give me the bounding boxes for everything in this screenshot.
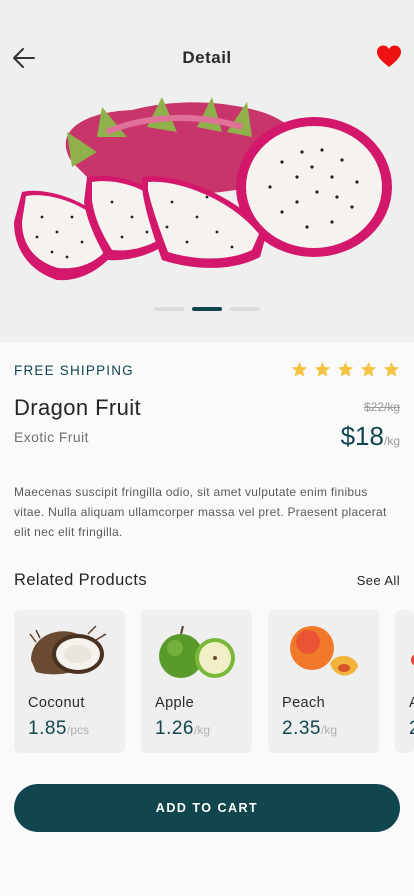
- card-price-amount: 2.35: [282, 718, 321, 739]
- old-price: $22/kg: [363, 400, 400, 414]
- card-price: 2: [409, 718, 414, 740]
- carousel-dot[interactable]: [154, 307, 184, 311]
- product-card-apple[interactable]: Apple 1.26/kg: [141, 610, 252, 753]
- star-icon: [291, 361, 308, 377]
- product-category: Exotic Fruit: [14, 429, 89, 445]
- price-amount: $18: [340, 421, 384, 451]
- star-icon: [360, 361, 377, 377]
- card-price-unit: /kg: [320, 723, 337, 737]
- apple-image: [159, 625, 235, 678]
- carousel-dot[interactable]: [230, 307, 260, 311]
- page-title: Detail: [182, 48, 232, 67]
- card-name: Coconut: [28, 695, 85, 711]
- product-card-coconut[interactable]: Coconut 1.85/pcs: [14, 610, 125, 753]
- carousel-indicator: [0, 307, 414, 311]
- card-price: 1.85/pcs: [28, 718, 89, 740]
- dragon-fruit-image: [14, 97, 392, 281]
- card-price-amount: 2: [409, 718, 414, 739]
- hero-section: Detail: [0, 0, 414, 342]
- card-price-amount: 1.85: [28, 718, 67, 739]
- fruit-image: [411, 654, 414, 666]
- peach-image: [290, 626, 358, 676]
- product-card-partial[interactable]: A 2: [395, 610, 414, 753]
- star-icon: [383, 361, 400, 377]
- carousel-dot-active[interactable]: [192, 307, 222, 311]
- see-all-link[interactable]: See All: [357, 573, 400, 588]
- card-price-unit: /pcs: [66, 723, 89, 737]
- heart-icon[interactable]: [376, 44, 402, 70]
- top-bar: Detail: [0, 40, 414, 76]
- rating-stars: [291, 361, 400, 378]
- price-unit: /kg: [383, 434, 400, 448]
- product-price: $18/kg: [341, 421, 400, 452]
- card-price-unit: /kg: [193, 723, 210, 737]
- add-to-cart-button[interactable]: ADD TO CART: [14, 784, 400, 832]
- product-card-peach[interactable]: Peach 2.35/kg: [268, 610, 379, 753]
- star-icon: [314, 361, 331, 377]
- product-description: Maecenas suscipit fringilla odio, sit am…: [14, 485, 387, 539]
- card-price: 1.26/kg: [155, 718, 210, 740]
- card-price-amount: 1.26: [155, 718, 194, 739]
- product-name: Dragon Fruit: [14, 395, 142, 420]
- coconut-image: [29, 625, 107, 675]
- card-name: Peach: [282, 695, 326, 711]
- card-price: 2.35/kg: [282, 718, 337, 740]
- card-name: Apple: [155, 695, 195, 711]
- card-name: A: [409, 695, 414, 711]
- shipping-label: FREE SHIPPING: [14, 363, 134, 378]
- star-icon: [337, 361, 354, 377]
- related-products-heading: Related Products: [14, 571, 147, 589]
